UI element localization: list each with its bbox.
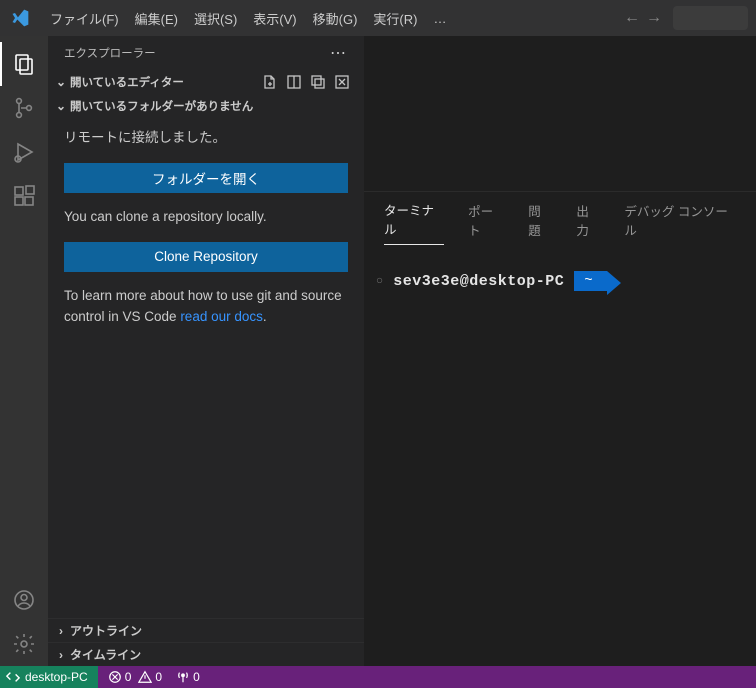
status-remote-host: desktop-PC <box>25 670 88 684</box>
activity-explorer-icon[interactable] <box>0 42 48 86</box>
sidebar-more-icon[interactable]: ⋯ <box>330 43 348 63</box>
menu-edit[interactable]: 編集(E) <box>127 5 186 32</box>
status-problems[interactable]: 0 0 <box>108 670 162 684</box>
activity-settings-icon[interactable] <box>0 622 48 666</box>
section-outline-label: アウトライン <box>70 622 142 639</box>
section-open-editors-label: 開いているエディター <box>70 74 184 90</box>
section-timeline-label: タイムライン <box>70 646 141 663</box>
save-all-icon[interactable] <box>310 74 326 90</box>
editor-column: ターミナル ポート 問題 出力 デバッグ コンソール ○ sev3e3e@des… <box>364 36 756 666</box>
toggle-layout-icon[interactable] <box>286 74 302 90</box>
tab-debug-console[interactable]: デバッグ コンソール <box>624 201 736 245</box>
terminal-prompt-user: sev3e3e@desktop-PC <box>393 273 564 290</box>
menu-selection[interactable]: 選択(S) <box>186 5 245 32</box>
chevron-down-icon: ⌄ <box>54 75 68 89</box>
nav-forward-icon[interactable]: → <box>643 9 665 27</box>
chevron-right-icon: › <box>54 648 68 662</box>
terminal-marker-icon: ○ <box>376 274 383 288</box>
menu-view[interactable]: 表示(V) <box>245 5 304 32</box>
menubar: ファイル(F) 編集(E) 選択(S) 表示(V) 移動(G) 実行(R) … … <box>0 0 756 36</box>
read-our-docs-link[interactable]: read our docs <box>180 309 263 324</box>
tab-terminal[interactable]: ターミナル <box>384 200 444 245</box>
sidebar-title: エクスプローラー <box>64 45 156 61</box>
menu-run[interactable]: 実行(R) <box>365 5 425 32</box>
status-warnings-count: 0 <box>155 670 162 684</box>
sidebar-title-row: エクスプローラー ⋯ <box>48 36 364 70</box>
clone-repository-button[interactable]: Clone Repository <box>64 242 348 272</box>
connected-message: リモートに接続しました。 <box>64 128 348 149</box>
remote-icon <box>6 670 20 684</box>
command-center[interactable] <box>673 6 748 30</box>
activity-extensions-icon[interactable] <box>0 174 48 218</box>
section-no-folder[interactable]: ⌄ 開いているフォルダーがありません <box>48 94 364 118</box>
error-icon <box>108 670 122 684</box>
close-all-icon[interactable] <box>334 74 350 90</box>
chevron-down-icon: ⌄ <box>54 99 68 113</box>
terminal-prompt-path: ~ <box>574 271 606 291</box>
activity-run-debug-icon[interactable] <box>0 130 48 174</box>
section-no-folder-label: 開いているフォルダーがありません <box>70 98 253 114</box>
tab-output[interactable]: 出力 <box>576 201 600 245</box>
open-folder-button[interactable]: フォルダーを開く <box>64 163 348 193</box>
status-remote[interactable]: desktop-PC <box>0 666 98 688</box>
activity-accounts-icon[interactable] <box>0 578 48 622</box>
panel-tabs: ターミナル ポート 問題 出力 デバッグ コンソール <box>364 192 756 245</box>
sidebar-explorer: エクスプローラー ⋯ ⌄ 開いているエディター ⌄ 開いているフォルダーがありま… <box>48 36 364 666</box>
clone-message: You can clone a repository locally. <box>64 207 348 228</box>
status-ports-count: 0 <box>193 670 200 684</box>
status-bar: desktop-PC 0 0 0 <box>0 666 756 688</box>
warning-icon <box>138 670 152 684</box>
section-open-editors[interactable]: ⌄ 開いているエディター <box>48 70 364 94</box>
menu-file[interactable]: ファイル(F) <box>42 5 127 32</box>
editor-empty-area <box>364 36 756 191</box>
menu-go[interactable]: 移動(G) <box>305 5 366 32</box>
sidebar-body: リモートに接続しました。 フォルダーを開く You can clone a re… <box>48 118 364 618</box>
vscode-logo-icon <box>8 6 32 30</box>
tab-ports[interactable]: ポート <box>468 201 504 245</box>
activity-source-control-icon[interactable] <box>0 86 48 130</box>
bottom-panel: ターミナル ポート 問題 出力 デバッグ コンソール ○ sev3e3e@des… <box>364 191 756 666</box>
tab-problems[interactable]: 問題 <box>528 201 552 245</box>
status-errors-count: 0 <box>125 670 132 684</box>
learn-message: To learn more about how to use git and s… <box>64 286 348 328</box>
chevron-right-icon: › <box>54 624 68 638</box>
radio-tower-icon <box>176 670 190 684</box>
menu-overflow-icon[interactable]: … <box>425 7 456 30</box>
section-timeline[interactable]: › タイムライン <box>48 642 364 666</box>
nav-back-icon[interactable]: ← <box>621 9 643 27</box>
section-outline[interactable]: › アウトライン <box>48 618 364 642</box>
new-file-icon[interactable] <box>262 74 278 90</box>
terminal-body[interactable]: ○ sev3e3e@desktop-PC ~ <box>364 245 756 317</box>
activity-bar <box>0 36 48 666</box>
status-ports[interactable]: 0 <box>176 670 200 684</box>
